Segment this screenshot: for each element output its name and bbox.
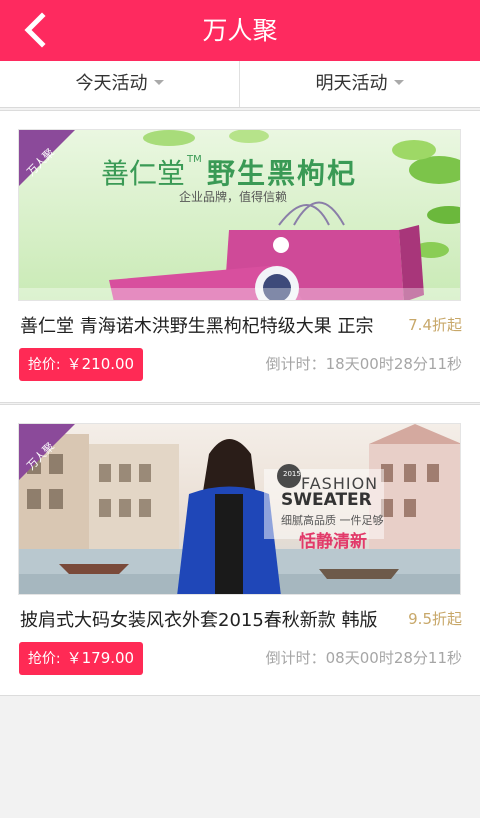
back-button[interactable] xyxy=(18,10,58,50)
price-value: ￥210.00 xyxy=(66,355,135,373)
banner-brand-text: 善仁堂 xyxy=(101,157,186,190)
discount-label: 9.5折起 xyxy=(408,610,462,628)
fashion-banner-graphic xyxy=(19,424,460,594)
tab-today[interactable]: 今天活动 xyxy=(0,61,239,107)
tab-tomorrow[interactable]: 明天活动 xyxy=(240,61,479,107)
banner-subtitle-text: 恬静清新 xyxy=(299,532,367,552)
banner-slogan-text: 企业品牌，值得信赖 xyxy=(179,190,288,204)
app-header: 万人聚 xyxy=(0,0,480,61)
page-title: 万人聚 xyxy=(202,16,278,45)
product-card[interactable]: FASHION SWEATER 2015 细腻高品质 一件足够 恬静清新 万人聚… xyxy=(0,404,480,696)
product-banner-image[interactable]: FASHION SWEATER 2015 细腻高品质 一件足够 恬静清新 万人聚 xyxy=(18,423,461,595)
banner-tagline-text: 细腻高品质 一件足够 xyxy=(281,514,384,527)
product-banner-image[interactable]: 善仁堂 TM 野生黑枸杞 企业品牌，值得信赖 万人聚 xyxy=(18,129,461,301)
chevron-left-icon xyxy=(24,12,46,48)
price-label: 抢价: xyxy=(27,651,61,667)
dropdown-caret-icon xyxy=(393,79,404,85)
product-card[interactable]: 善仁堂 TM 野生黑枸杞 企业品牌，值得信赖 万人聚 善仁堂 青海诺木洪野生黑枸… xyxy=(0,110,480,403)
banner-headline-text: 野生黑枸杞 xyxy=(207,157,358,190)
activity-tabs: 今天活动 明天活动 xyxy=(0,61,480,108)
countdown-text: 倒计时：08天00时28分11秒 xyxy=(265,649,462,667)
wanrenju-corner-badge: 万人聚 xyxy=(19,130,75,186)
tab-today-label: 今天活动 xyxy=(75,73,148,94)
banner-year-text: 2015 xyxy=(283,470,301,478)
wanrenju-corner-badge: 万人聚 xyxy=(19,424,75,480)
countdown-text: 倒计时：18天00时28分11秒 xyxy=(265,355,462,373)
product-title[interactable]: 披肩式大码女装风衣外套2015春秋新款 韩版 xyxy=(20,606,400,632)
price-label: 抢价: xyxy=(27,357,61,373)
dropdown-caret-icon xyxy=(153,79,164,85)
price-value: ￥179.00 xyxy=(66,649,135,667)
banner-tm-text: TM xyxy=(187,154,202,165)
discount-label: 7.4折起 xyxy=(408,316,462,334)
product-title[interactable]: 善仁堂 青海诺木洪野生黑枸杞特级大果 正宗 xyxy=(20,312,400,338)
grab-price-button[interactable]: 抢价: ￥179.00 xyxy=(19,642,143,675)
banner-word-sweater: SWEATER xyxy=(281,490,372,510)
tab-tomorrow-label: 明天活动 xyxy=(315,73,388,94)
grab-price-button[interactable]: 抢价: ￥210.00 xyxy=(19,348,143,381)
